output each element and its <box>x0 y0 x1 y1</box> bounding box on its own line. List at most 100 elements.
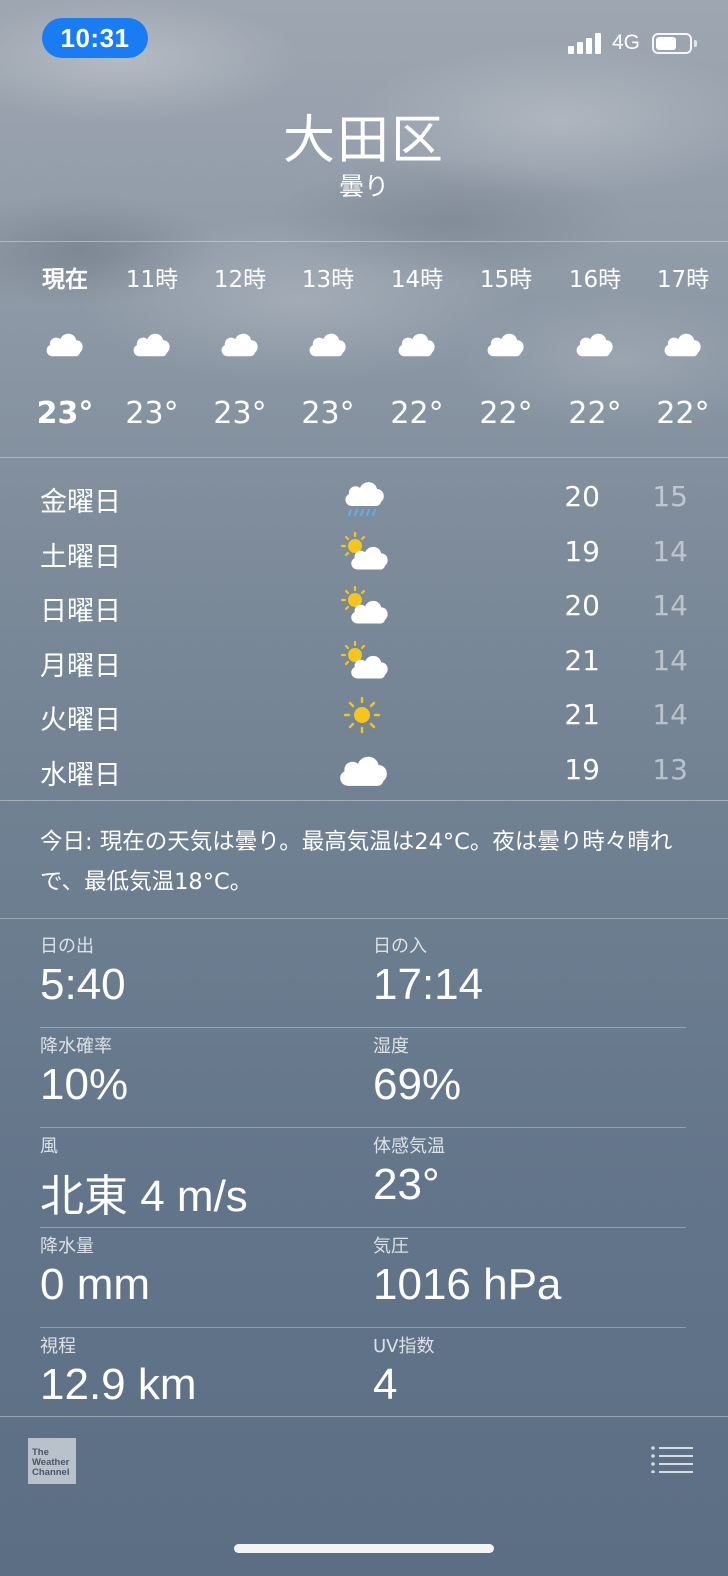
today-summary: 今日: 現在の天気は曇り。最高気温は24°C。夜は曇り時々晴れで、最低気温18°… <box>40 829 673 895</box>
hourly-item: 13時 23° <box>282 242 374 457</box>
weather-channel-logo[interactable]: The Weather Channel <box>28 1438 76 1484</box>
day-high: 19 <box>564 534 600 568</box>
daily-row: 火曜日 21 14 <box>0 688 728 743</box>
hour-label: 17時 <box>656 267 710 293</box>
day-name: 土曜日 <box>40 541 121 573</box>
detail-value: 5:40 <box>40 960 126 1009</box>
detail-label: 湿度 <box>373 1036 409 1057</box>
daily-row: 水曜日 19 13 <box>0 743 728 798</box>
hour-label: 15時 <box>479 267 533 293</box>
detail-label: 体感気温 <box>373 1136 445 1157</box>
detail-cell: 降水量 0 mm <box>40 1232 150 1310</box>
day-name: 月曜日 <box>40 650 121 682</box>
detail-cell: 気圧 1016 hPa <box>373 1232 561 1310</box>
day-low: 14 <box>652 643 688 677</box>
hour-temp: 22° <box>568 396 622 431</box>
detail-label: 風 <box>40 1136 58 1157</box>
hourly-item: 現在 23° <box>19 242 111 457</box>
cloud-icon <box>395 328 439 360</box>
divider <box>0 800 728 801</box>
rain-cloud-icon <box>336 476 392 518</box>
day-name: 日曜日 <box>40 596 121 627</box>
detail-row: 日の出 5:40 日の入 17:14 <box>40 928 686 1028</box>
detail-cell: 風 北東 4 m/s <box>40 1132 248 1224</box>
cloud-icon <box>306 328 350 360</box>
hourly-item: 14時 22° <box>371 242 463 457</box>
hour-label: 現在 <box>42 267 88 293</box>
detail-row: 降水量 0 mm 気圧 1016 hPa <box>40 1228 686 1328</box>
detail-value: 北東 4 m/s <box>40 1172 248 1221</box>
detail-value: 4 <box>373 1360 398 1409</box>
detail-value: 17:14 <box>373 960 484 1009</box>
hour-temp: 23° <box>301 396 355 431</box>
cellular-signal-icon <box>568 32 602 54</box>
hourly-item: 11時 23° <box>106 242 198 457</box>
daily-row: 月曜日 21 14 <box>0 634 728 689</box>
detail-label: 日の出 <box>40 936 94 957</box>
daily-forecast: 金曜日 20 15 土曜日 19 14 日曜日 20 14 月曜日 21 14 … <box>0 470 728 797</box>
city-name: 大田区 <box>282 111 445 171</box>
detail-label: 気圧 <box>373 1236 409 1257</box>
detail-label: 降水量 <box>40 1236 94 1257</box>
detail-cell: 日の出 5:40 <box>40 932 126 1010</box>
day-high: 19 <box>564 752 600 786</box>
hourly-item: 16時 22° <box>549 242 641 457</box>
cloud-icon <box>484 328 528 360</box>
daily-row: 日曜日 20 14 <box>0 579 728 634</box>
day-high: 20 <box>564 480 600 513</box>
detail-label: UV指数 <box>373 1336 435 1357</box>
detail-cell: 視程 12.9 km <box>40 1332 197 1410</box>
home-indicator[interactable] <box>234 1544 494 1553</box>
detail-row: 降水確率 10% 湿度 69% <box>40 1028 686 1128</box>
detail-value: 1016 hPa <box>373 1260 562 1309</box>
battery-icon <box>652 33 697 54</box>
hour-temp: 23° <box>213 396 267 431</box>
list-icon[interactable] <box>650 1445 694 1473</box>
day-low: 14 <box>652 589 688 622</box>
day-low: 13 <box>652 752 688 786</box>
detail-cell: 日の入 17:14 <box>373 932 483 1010</box>
day-high: 20 <box>564 589 600 622</box>
status-time[interactable]: 10:31 <box>42 18 148 58</box>
daily-row: 土曜日 19 14 <box>0 525 728 580</box>
hourly-item: 15時 22° <box>460 242 552 457</box>
hour-label: 14時 <box>390 267 444 293</box>
detail-value: 23° <box>373 1160 440 1209</box>
day-name: 水曜日 <box>40 759 121 791</box>
hourly-item: 12時 23° <box>194 242 286 457</box>
partly-sunny-icon <box>336 531 392 573</box>
cloud-icon <box>573 328 617 360</box>
hour-temp: 23° <box>125 396 179 431</box>
detail-row: 視程 12.9 km UV指数 4 <box>40 1328 686 1428</box>
divider <box>0 457 728 458</box>
day-high: 21 <box>564 698 600 731</box>
partly-sunny-icon <box>336 640 392 682</box>
detail-cell: 降水確率 10% <box>40 1032 128 1110</box>
hour-label: 16時 <box>568 267 622 293</box>
hour-temp: 23° <box>36 396 94 431</box>
hourly-forecast[interactable]: 現在 23° 11時 23° 12時 23° 13時 23° 14時 22° 1… <box>0 242 728 457</box>
detail-cell: UV指数 4 <box>373 1332 435 1410</box>
detail-value: 12.9 km <box>40 1360 197 1409</box>
detail-cell: 湿度 69% <box>373 1032 461 1110</box>
detail-row: 風 北東 4 m/s 体感気温 23° <box>40 1128 686 1228</box>
status-bar: 10:31 4G <box>0 0 728 80</box>
detail-cell: 体感気温 23° <box>373 1132 445 1210</box>
day-low: 14 <box>652 534 688 568</box>
partly-sunny-icon <box>336 585 392 627</box>
divider <box>0 918 728 919</box>
day-name: 金曜日 <box>40 487 121 518</box>
current-condition: 曇り <box>338 172 389 201</box>
hour-label: 12時 <box>213 267 267 293</box>
hour-label: 13時 <box>301 267 355 293</box>
detail-value: 0 mm <box>40 1260 150 1309</box>
cloud-icon <box>43 328 87 360</box>
hour-label: 11時 <box>125 267 179 293</box>
weather-details: 日の出 5:40 日の入 17:14 降水確率 10% 湿度 69% 風 北東 … <box>40 928 686 1428</box>
day-low: 15 <box>652 480 688 513</box>
detail-label: 降水確率 <box>40 1036 112 1057</box>
cloud-icon <box>336 749 392 791</box>
day-low: 14 <box>652 698 688 731</box>
cloud-icon <box>218 328 262 360</box>
hourly-item: 17時 22° <box>637 242 728 457</box>
